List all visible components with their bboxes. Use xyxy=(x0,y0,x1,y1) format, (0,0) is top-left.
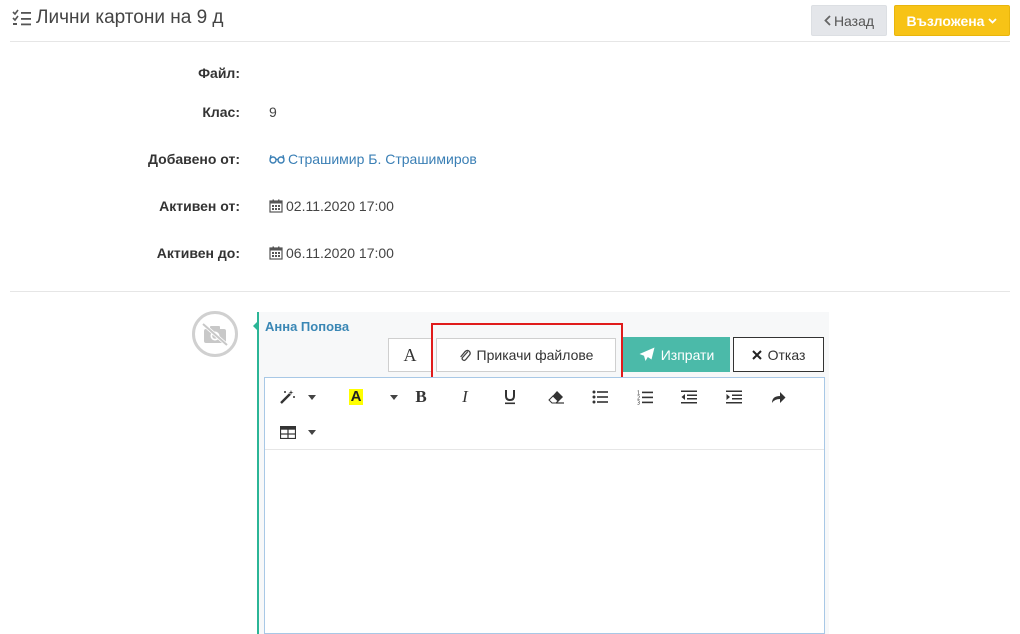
send-button[interactable]: Изпрати xyxy=(623,337,730,372)
ordered-list-icon[interactable]: 123 xyxy=(632,386,658,408)
detail-row-active-from: Активен от: 02.11.2020 17:00 xyxy=(10,198,1010,222)
redo-icon[interactable] xyxy=(765,386,791,408)
back-button[interactable]: Назад xyxy=(811,5,887,36)
editor-text-area[interactable] xyxy=(265,451,824,633)
added-by-value: Страшимир Б. Страшимиров xyxy=(288,151,477,167)
attach-files-button[interactable]: Прикачи файлове xyxy=(436,338,616,372)
detail-row-class: Клас: 9 xyxy=(10,104,1010,128)
comment-author: Анна Попова xyxy=(265,319,350,334)
active-from-label: Активен от: xyxy=(159,198,240,214)
unordered-list-icon[interactable] xyxy=(587,386,613,408)
chevron-left-icon xyxy=(824,15,831,26)
file-label: Файл: xyxy=(198,65,240,81)
added-by-link[interactable]: Страшимир Б. Страшимиров xyxy=(269,151,477,167)
active-from-value: 02.11.2020 17:00 xyxy=(286,198,394,214)
magic-wand-icon[interactable] xyxy=(275,386,301,408)
eraser-icon[interactable] xyxy=(543,386,569,408)
back-button-label: Назад xyxy=(833,12,875,29)
editor-toolbar: A B I 123 xyxy=(265,378,824,450)
caret-down-icon[interactable] xyxy=(390,395,398,400)
underline-icon[interactable] xyxy=(497,386,523,408)
added-by-label: Добавено от: xyxy=(148,151,240,167)
italic-icon[interactable]: I xyxy=(452,386,478,408)
active-to-value: 06.11.2020 17:00 xyxy=(286,245,394,261)
cancel-button-label: Отказ xyxy=(767,346,806,363)
detail-row-file: Файл: xyxy=(10,65,1010,89)
outdent-icon[interactable] xyxy=(676,386,702,408)
thread-line xyxy=(257,312,259,634)
glasses-icon xyxy=(269,154,285,164)
indent-icon[interactable] xyxy=(721,386,747,408)
detail-row-added-by: Добавено от: Страшимир Б. Страшимиров xyxy=(10,151,1010,175)
caret-down-icon[interactable] xyxy=(308,395,316,400)
active-from-value-wrap: 02.11.2020 17:00 xyxy=(269,198,394,214)
comment-editor[interactable]: A B I 123 xyxy=(264,377,825,634)
class-value: 9 xyxy=(269,104,277,120)
paper-plane-icon xyxy=(639,347,655,362)
status-dropdown-button[interactable]: Възложена xyxy=(894,5,1010,36)
attach-files-label: Прикачи файлове xyxy=(476,347,594,363)
cancel-button[interactable]: Отказ xyxy=(733,337,824,372)
calendar-icon xyxy=(269,246,283,260)
caret-down-icon[interactable] xyxy=(308,430,316,435)
status-button-label: Възложена xyxy=(906,12,985,29)
thread-notch xyxy=(253,321,258,331)
detail-row-active-to: Активен до: 06.11.2020 17:00 xyxy=(10,245,1010,269)
font-button[interactable]: A xyxy=(388,338,432,372)
page-header: Лични картони на 9 д Назад Възложена xyxy=(10,0,1010,42)
close-icon xyxy=(751,347,762,363)
calendar-icon xyxy=(269,199,283,213)
table-icon[interactable] xyxy=(275,421,301,443)
bold-icon[interactable]: B xyxy=(408,386,434,408)
list-check-icon xyxy=(12,8,32,28)
active-to-label: Активен до: xyxy=(156,245,240,261)
active-to-value-wrap: 06.11.2020 17:00 xyxy=(269,245,394,261)
svg-text:3: 3 xyxy=(637,400,640,405)
no-camera-icon xyxy=(200,321,230,347)
page-title-text: Лични картони на 9 д xyxy=(36,7,224,28)
chevron-down-icon xyxy=(988,17,998,24)
paperclip-icon xyxy=(459,348,471,363)
class-label: Клас: xyxy=(202,104,240,120)
send-button-label: Изпрати xyxy=(660,346,715,363)
avatar xyxy=(192,311,238,357)
highlight-color-icon[interactable]: A xyxy=(343,386,369,408)
page-title: Лични картони на 9 д xyxy=(12,7,224,29)
task-details: Файл: Клас: 9 Добавено от: Страшимир Б. … xyxy=(10,43,1010,292)
